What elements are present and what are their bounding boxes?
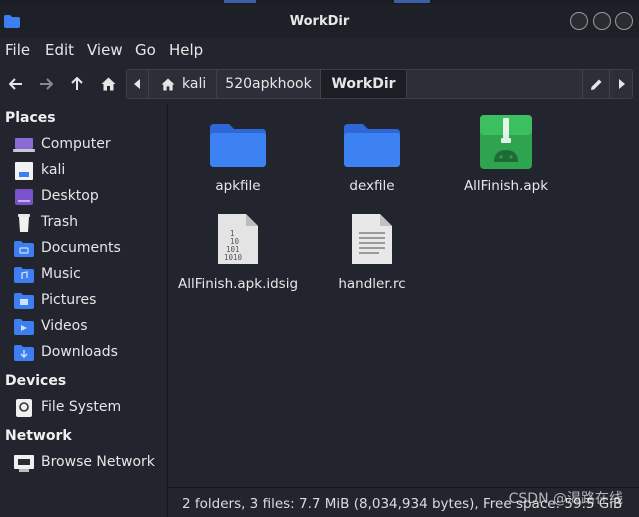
- sidebar-item-documents[interactable]: Documents: [0, 237, 167, 261]
- sidebar-item-label: File System: [41, 399, 122, 415]
- menu-help[interactable]: Help: [169, 41, 203, 59]
- triangle-right-icon: [618, 79, 625, 89]
- downloads-folder-icon: [14, 345, 34, 361]
- menu-file[interactable]: File: [5, 41, 30, 59]
- sidebar-item-label: Computer: [41, 136, 111, 152]
- sidebar-item-label: Browse Network: [41, 454, 155, 470]
- path-segment-label: 520apkhook: [225, 76, 312, 92]
- path-scroll-left-button[interactable]: [127, 70, 149, 98]
- computer-icon: [13, 138, 35, 152]
- sidebar-item-label: kali: [41, 162, 66, 178]
- network-icon: [14, 455, 34, 472]
- menu-edit[interactable]: Edit: [45, 41, 74, 59]
- sidebar-heading-places: Places: [5, 110, 56, 126]
- drive-icon: [16, 399, 32, 417]
- home-folder-icon: [15, 162, 33, 180]
- arrow-left-icon: [9, 78, 22, 90]
- file-name: AllFinish.apk.idsig: [177, 276, 299, 292]
- sidebar-item-browse-network[interactable]: Browse Network: [0, 451, 167, 475]
- sidebar-item-downloads[interactable]: Downloads: [0, 341, 167, 365]
- file-view: apkfile dexfile AllFinish.apk 1 10 101 1…: [168, 104, 639, 487]
- panel-indicator: [224, 0, 256, 3]
- file-name: apkfile: [215, 178, 261, 194]
- desktop-icon: [15, 189, 33, 205]
- file-item-allfinish-apk-idsig[interactable]: 1 10 101 1010 AllFinish.apk.idsig: [173, 202, 303, 292]
- triangle-left-icon: [134, 79, 140, 89]
- file-item-dexfile[interactable]: dexfile: [307, 104, 437, 194]
- home-icon: [161, 77, 175, 91]
- panel-indicator: [394, 0, 430, 3]
- sidebar-item-label: Documents: [41, 240, 121, 256]
- path-segment-kali[interactable]: kali: [149, 70, 217, 98]
- sidebar-item-trash[interactable]: Trash: [0, 211, 167, 235]
- sidebar-item-label: Music: [41, 266, 81, 282]
- path-segment-label: WorkDir: [331, 76, 396, 92]
- file-item-apkfile[interactable]: apkfile: [173, 104, 303, 194]
- sidebar-item-videos[interactable]: Videos: [0, 315, 167, 339]
- menu-bar: File Edit View Go Help: [0, 38, 639, 64]
- path-bar: kali 520apkhook WorkDir: [126, 69, 633, 99]
- folder-icon: [344, 124, 400, 167]
- maximize-button[interactable]: [593, 12, 611, 30]
- edit-location-button[interactable]: [582, 70, 610, 98]
- sidebar-heading-devices: Devices: [5, 373, 67, 389]
- file-name: handler.rc: [338, 276, 406, 292]
- minimize-button[interactable]: [570, 12, 588, 30]
- title-bar: WorkDir: [0, 5, 639, 38]
- sidebar-item-label: Downloads: [41, 344, 118, 360]
- back-button[interactable]: [3, 72, 29, 96]
- home-icon: [101, 77, 115, 91]
- sidebar-item-pictures[interactable]: Pictures: [0, 289, 167, 313]
- path-segment-workdir[interactable]: WorkDir: [321, 70, 407, 98]
- toolbar: kali 520apkhook WorkDir: [0, 64, 639, 104]
- documents-folder-icon: [14, 241, 34, 257]
- up-button[interactable]: [64, 72, 90, 96]
- forward-button[interactable]: [33, 72, 59, 96]
- path-segment-label: kali: [182, 76, 207, 92]
- path-segment-520apkhook[interactable]: 520apkhook: [217, 70, 321, 98]
- binary-file-icon: 1 10 101 1010: [218, 214, 258, 264]
- sidebar: Places Computer kali Desktop Trash Docum…: [0, 104, 168, 517]
- sidebar-item-file-system[interactable]: File System: [0, 396, 167, 420]
- file-name: dexfile: [349, 178, 395, 194]
- close-button[interactable]: [615, 12, 633, 30]
- home-button[interactable]: [95, 72, 121, 96]
- watermark: CSDN @渴路在线: [508, 491, 623, 507]
- folder-icon: [210, 124, 266, 167]
- text-file-icon: [352, 214, 392, 264]
- android-package-icon: [480, 115, 532, 169]
- file-item-allfinish-apk[interactable]: AllFinish.apk: [441, 104, 571, 194]
- sidebar-item-desktop[interactable]: Desktop: [0, 185, 167, 209]
- window-title: WorkDir: [289, 14, 350, 29]
- arrow-right-icon: [40, 78, 53, 90]
- sidebar-item-label: Desktop: [41, 188, 99, 204]
- trash-icon: [18, 214, 30, 232]
- status-bar: 2 folders, 3 files: 7.7 MiB (8,034,934 b…: [168, 487, 639, 517]
- arrow-up-icon: [71, 77, 83, 90]
- path-scroll-right-button[interactable]: [610, 70, 632, 98]
- sidebar-item-label: Trash: [41, 214, 78, 230]
- sidebar-heading-network: Network: [5, 428, 72, 444]
- sidebar-item-computer[interactable]: Computer: [0, 133, 167, 157]
- svg-text:1010: 1010: [224, 253, 243, 262]
- sidebar-item-kali[interactable]: kali: [0, 159, 167, 183]
- menu-go[interactable]: Go: [135, 41, 156, 59]
- sidebar-item-label: Pictures: [41, 292, 97, 308]
- pencil-icon: [590, 79, 601, 90]
- file-item-handler-rc[interactable]: handler.rc: [307, 202, 437, 292]
- sidebar-item-label: Videos: [41, 318, 88, 334]
- videos-folder-icon: [14, 319, 34, 335]
- pictures-folder-icon: [14, 293, 34, 309]
- file-name: AllFinish.apk: [463, 178, 549, 194]
- menu-view[interactable]: View: [87, 41, 123, 59]
- sidebar-item-music[interactable]: Music: [0, 263, 167, 287]
- music-folder-icon: [14, 267, 34, 283]
